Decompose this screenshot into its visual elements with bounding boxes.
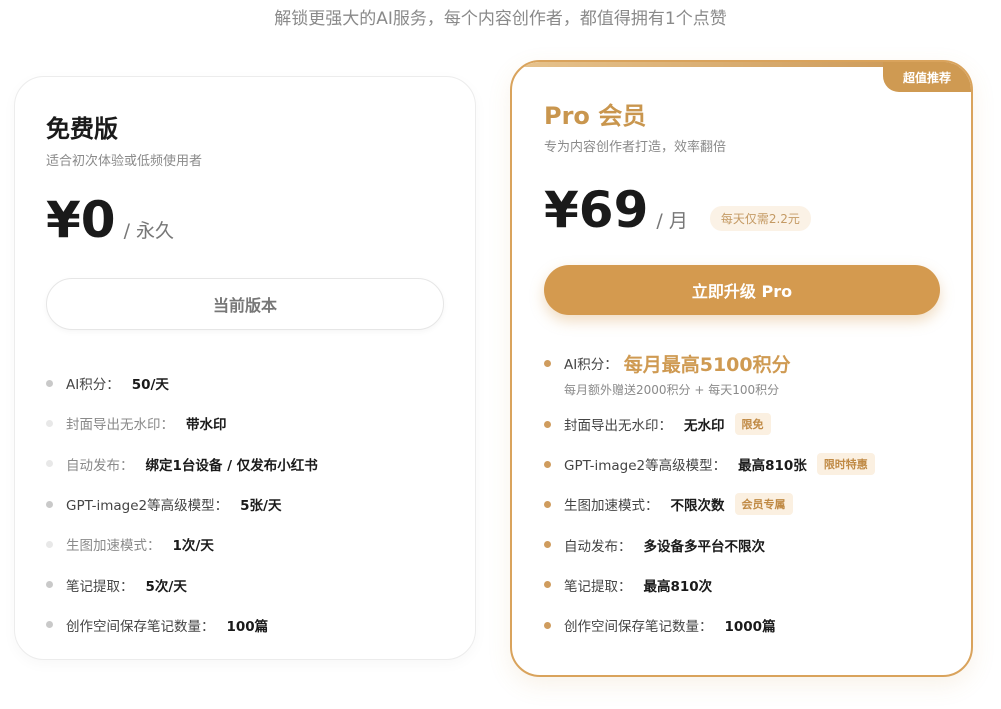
feature-tag: 限时特惠 bbox=[816, 453, 875, 476]
pro-feature-item: 创作空间保存笔记数量： 1000篇 bbox=[544, 605, 875, 645]
feature-value: 最高810次 bbox=[643, 578, 713, 595]
pro-price: ¥69 bbox=[544, 181, 649, 239]
feature-label: 封面导出无水印： bbox=[66, 417, 174, 434]
pro-plan-card: 超值推荐 Pro 会员 专为内容创作者打造，效率翻倍 ¥69 / 月 每天仅需2… bbox=[510, 60, 973, 677]
feature-value: 1000篇 bbox=[724, 619, 776, 636]
feature-value: 带水印 bbox=[186, 417, 227, 434]
feature-value: 绑定1台设备 / 仅发布小红书 bbox=[145, 457, 318, 474]
free-feature-item: AI积分： 50/天 bbox=[46, 363, 318, 403]
feature-value: 不限次数 bbox=[670, 498, 725, 515]
free-feature-item: 封面导出无水印： 带水印 bbox=[46, 403, 318, 443]
free-feature-item: 自动发布： 绑定1台设备 / 仅发布小红书 bbox=[46, 444, 318, 484]
feature-value: 5次/天 bbox=[145, 578, 187, 595]
pro-price-period: / 月 bbox=[656, 210, 688, 232]
recommended-badge: 超值推荐 bbox=[883, 62, 971, 92]
feature-label: AI积分： bbox=[564, 357, 618, 373]
feature-label: 自动发布： bbox=[564, 538, 632, 555]
bullet-dot-icon bbox=[544, 621, 551, 629]
feature-label: AI积分： bbox=[66, 377, 120, 394]
page-subtitle: 解锁更强大的AI服务，每个内容创作者，都值得拥有1个点赞 bbox=[274, 9, 727, 29]
pro-feature-item: 封面导出无水印： 无水印 限免 bbox=[544, 404, 875, 444]
free-feature-item: 笔记提取： 5次/天 bbox=[46, 564, 318, 604]
pro-feature-list: AI积分： 每月最高5100积分 每月额外赠送2000积分 + 每天100积分 … bbox=[544, 344, 875, 645]
feature-label: 封面导出无水印： bbox=[564, 418, 672, 435]
free-feature-item: GPT-image2等高级模型： 5张/天 bbox=[46, 484, 318, 524]
feature-label: 生图加速模式： bbox=[564, 498, 659, 515]
feature-value: 无水印 bbox=[684, 418, 725, 435]
upgrade-pro-button[interactable]: 立即升级 Pro bbox=[544, 265, 940, 315]
pro-feature-item: GPT-image2等高级模型： 最高810张 限时特惠 bbox=[544, 444, 875, 484]
feature-value: 多设备多平台不限次 bbox=[643, 538, 766, 555]
feature-value: 5张/天 bbox=[240, 498, 282, 515]
bullet-dot-icon bbox=[46, 460, 53, 468]
pro-price-row: ¥69 / 月 每天仅需2.2元 bbox=[544, 185, 811, 235]
pro-feature-item: 自动发布： 多设备多平台不限次 bbox=[544, 525, 875, 565]
pro-plan-description: 专为内容创作者打造，效率翻倍 bbox=[544, 140, 727, 155]
free-feature-item: 创作空间保存笔记数量： 100篇 bbox=[46, 605, 318, 645]
feature-label: 自动发布： bbox=[66, 457, 134, 474]
pro-feature-item: 生图加速模式： 不限次数 会员专属 bbox=[544, 484, 875, 524]
feature-label: 创作空间保存笔记数量： bbox=[564, 619, 713, 636]
pro-points-item: AI积分： 每月最高5100积分 bbox=[544, 344, 875, 382]
bullet-dot-icon bbox=[544, 581, 551, 589]
free-plan-card: 免费版 适合初次体验或低频使用者 ¥0 / 永久 当前版本 AI积分： 50/天… bbox=[14, 76, 476, 660]
feature-value: 最高810张 bbox=[738, 458, 807, 475]
feature-label: 创作空间保存笔记数量： bbox=[66, 618, 215, 635]
daily-price-tag: 每天仅需2.2元 bbox=[709, 205, 811, 231]
feature-value: 1次/天 bbox=[172, 538, 214, 555]
bullet-dot-icon bbox=[46, 379, 53, 387]
feature-label: 笔记提取： bbox=[564, 578, 632, 595]
points-value: 每月最高5100积分 bbox=[623, 353, 791, 376]
free-price-period: / 永久 bbox=[123, 220, 175, 242]
bullet-dot-icon bbox=[544, 420, 551, 428]
points-note: 每月额外赠送2000积分 + 每天100积分 bbox=[564, 383, 780, 397]
bullet-dot-icon bbox=[46, 621, 53, 629]
bullet-dot-icon bbox=[544, 500, 551, 508]
feature-label: 生图加速模式： bbox=[66, 538, 161, 555]
bullet-dot-icon bbox=[46, 581, 53, 589]
current-plan-button[interactable]: 当前版本 bbox=[46, 278, 444, 330]
feature-value: 50/天 bbox=[131, 377, 169, 394]
bullet-dot-icon bbox=[46, 419, 53, 427]
free-price-row: ¥0 / 永久 bbox=[46, 195, 174, 245]
feature-value: 100篇 bbox=[226, 618, 269, 635]
free-feature-item: 生图加速模式： 1次/天 bbox=[46, 524, 318, 564]
free-feature-list: AI积分： 50/天 封面导出无水印： 带水印 自动发布： 绑定1台设备 / 仅… bbox=[46, 363, 318, 645]
feature-tag: 限免 bbox=[734, 413, 771, 436]
bullet-dot-icon bbox=[544, 541, 551, 549]
bullet-dot-icon bbox=[544, 359, 551, 367]
feature-label: GPT-image2等高级模型： bbox=[66, 498, 229, 515]
free-price: ¥0 bbox=[46, 191, 116, 249]
feature-tag: 会员专属 bbox=[734, 493, 793, 516]
free-plan-description: 适合初次体验或低频使用者 bbox=[46, 154, 203, 169]
free-plan-title: 免费版 bbox=[46, 115, 118, 143]
pro-feature-item: 笔记提取： 最高810次 bbox=[544, 565, 875, 605]
feature-label: GPT-image2等高级模型： bbox=[564, 458, 727, 475]
bullet-dot-icon bbox=[544, 460, 551, 468]
bullet-dot-icon bbox=[46, 540, 53, 548]
feature-label: 笔记提取： bbox=[66, 578, 134, 595]
pro-plan-title: Pro 会员 bbox=[544, 102, 647, 130]
bullet-dot-icon bbox=[46, 500, 53, 508]
